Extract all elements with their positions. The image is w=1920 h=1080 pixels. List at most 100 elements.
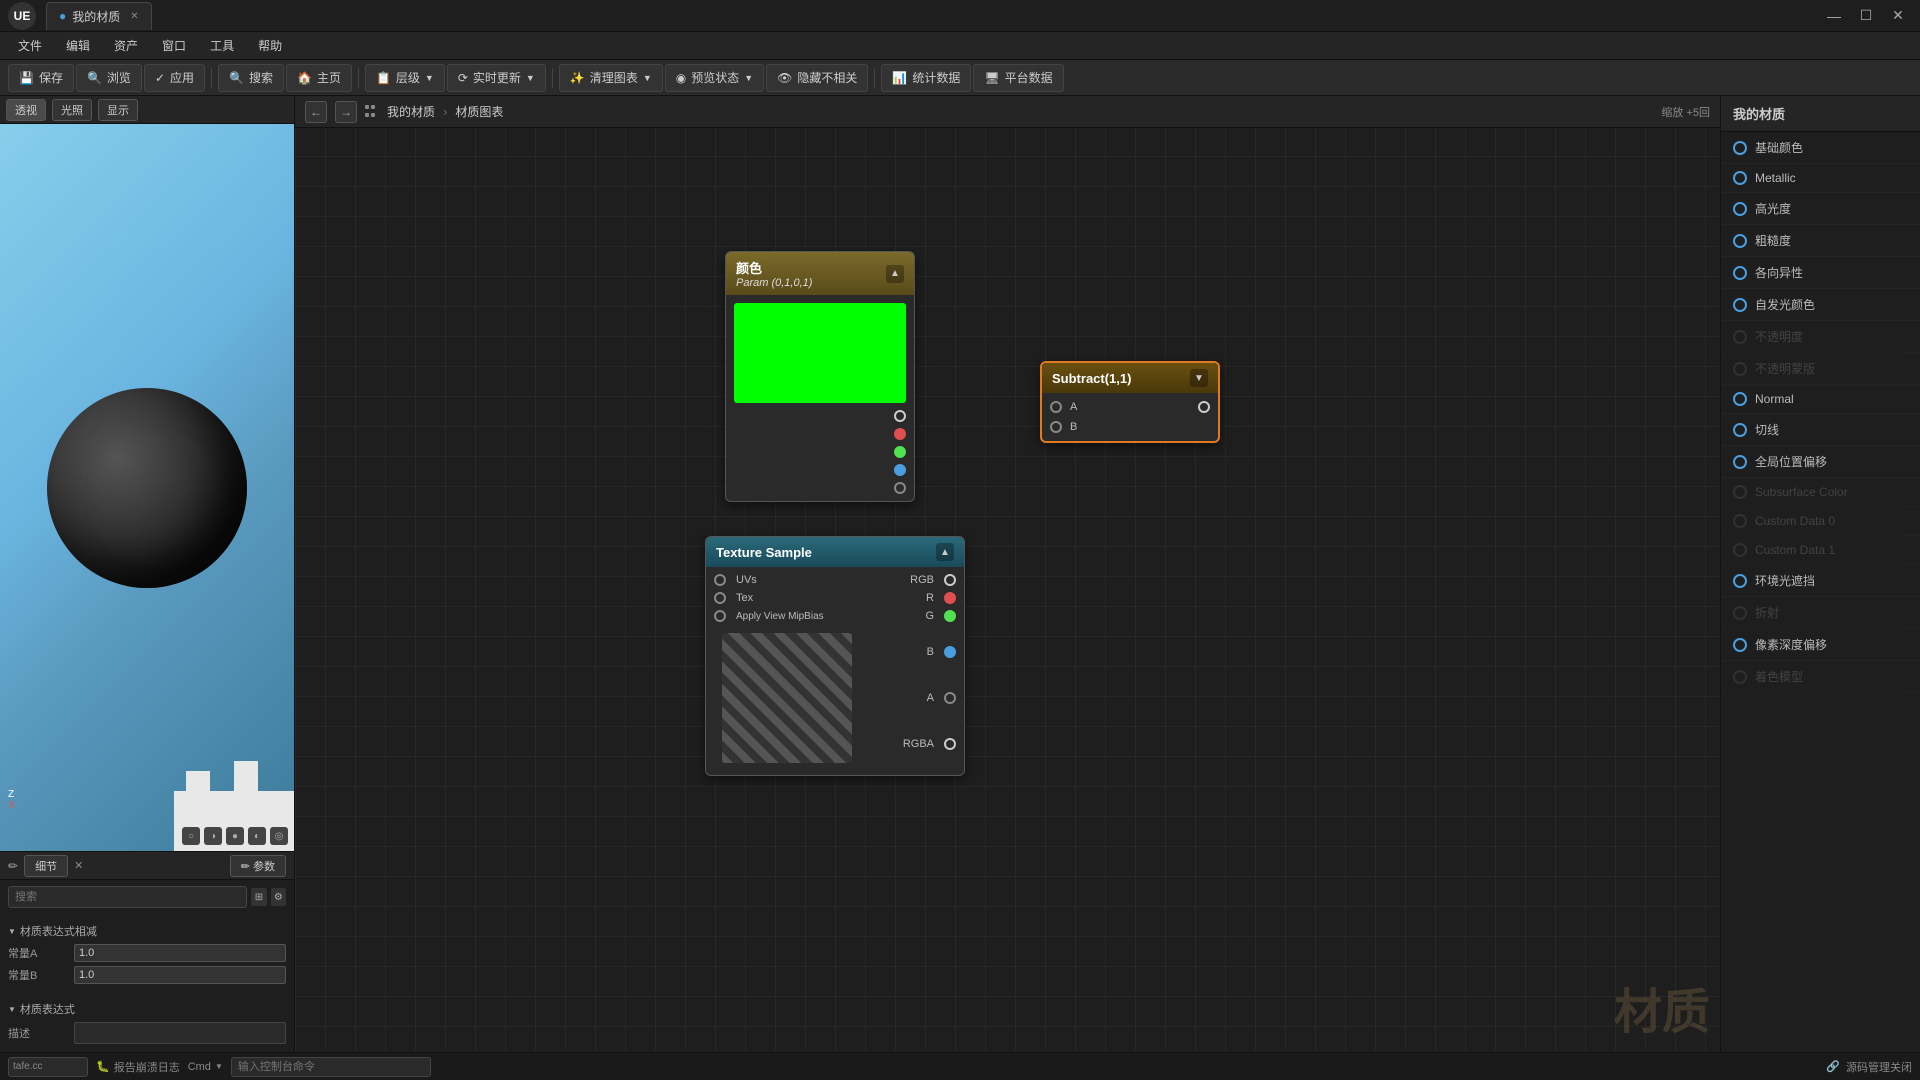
menu-edit[interactable]: 编辑 (56, 35, 100, 56)
texture-rgb-output-pin[interactable] (944, 574, 956, 586)
close-button[interactable]: ✕ (1884, 2, 1912, 30)
save-button[interactable]: 💾 保存 (8, 64, 74, 92)
prop-metallic[interactable]: Metallic (1721, 164, 1920, 193)
stats-button[interactable]: 📊 统计数据 (881, 64, 971, 92)
details-close-icon[interactable]: ✕ (74, 859, 83, 872)
material-tab[interactable]: ● 我的材质 ✕ (46, 2, 152, 30)
realtime-button[interactable]: ⟳ 实时更新 ▼ (447, 64, 546, 92)
lighting-button[interactable]: 光照 (52, 99, 92, 121)
prop-highlight[interactable]: 高光度 (1721, 193, 1920, 225)
prop-refraction[interactable]: 折射 (1721, 597, 1920, 629)
prop-opacity-mask[interactable]: 不透明蒙版 (1721, 353, 1920, 385)
breadcrumb-current[interactable]: 材质图表 (455, 103, 503, 120)
tab-close-icon[interactable]: ✕ (130, 11, 138, 22)
texture-uvs-input-pin[interactable] (714, 574, 726, 586)
material-expr-header2[interactable]: ▼ 材质表达式 (8, 998, 286, 1020)
subtract-output-pin[interactable] (1198, 401, 1210, 413)
browse-button[interactable]: 🔍 浏览 (76, 64, 142, 92)
crash-log-button[interactable]: 🐛 报告崩溃日志 (96, 1059, 180, 1075)
maximize-button[interactable]: ☐ (1852, 2, 1880, 30)
clean-button[interactable]: ✨ 清理图表 ▼ (559, 64, 663, 92)
texture-b-output-pin[interactable] (944, 646, 956, 658)
vp-icon-4[interactable]: ◐ (248, 827, 266, 845)
subtract-node[interactable]: Subtract(1,1) ▼ A B (1040, 361, 1220, 443)
viewport-controls: 透视 光照 显示 (0, 96, 294, 124)
const-a-input[interactable] (74, 944, 286, 962)
const-b-input[interactable] (74, 966, 286, 984)
menu-tools[interactable]: 工具 (200, 35, 244, 56)
prop-world-offset[interactable]: 全局位置偏移 (1721, 446, 1920, 478)
preview-state-button[interactable]: ◉ 预览状态 ▼ (665, 64, 764, 92)
pin-green-output[interactable] (894, 446, 906, 458)
subtract-node-collapse[interactable]: ▼ (1190, 369, 1208, 387)
const-a-label: 常量A (8, 945, 68, 961)
pin-blue-output[interactable] (894, 464, 906, 476)
menu-help[interactable]: 帮助 (248, 35, 292, 56)
texture-tex-input-pin[interactable] (714, 592, 726, 604)
stats-label: 统计数据 (912, 69, 960, 86)
back-button[interactable]: ← (305, 101, 327, 123)
prop-shading-model[interactable]: 着色模型 (1721, 661, 1920, 693)
color-node-collapse[interactable]: ▲ (886, 265, 904, 283)
details-tab[interactable]: 细节 (24, 855, 68, 877)
prop-tangent[interactable]: 切线 (1721, 414, 1920, 446)
prop-anisotropy[interactable]: 各向异性 (1721, 257, 1920, 289)
vp-icon-5[interactable]: ◎ (270, 827, 288, 845)
prop-normal[interactable]: Normal (1721, 385, 1920, 414)
material-expr-header[interactable]: ▼ 材质表达式相减 (8, 920, 286, 942)
layer-button[interactable]: 📋 层级 ▼ (365, 64, 445, 92)
prop-ao[interactable]: 环境光遮挡 (1721, 565, 1920, 597)
menu-window[interactable]: 窗口 (152, 35, 196, 56)
prop-custom-data-0[interactable]: Custom Data 0 (1721, 507, 1920, 536)
home-button[interactable]: 🏠 主页 (286, 64, 352, 92)
texture-rgb-label: RGB (838, 574, 934, 586)
grid-view-icon[interactable]: ⊞ (251, 888, 266, 906)
tab-label: 我的材质 (72, 8, 120, 25)
forward-button[interactable]: → (335, 101, 357, 123)
vp-icon-1[interactable]: ○ (182, 827, 200, 845)
breadcrumb-root[interactable]: 我的材质 (387, 103, 435, 120)
prop-base-color[interactable]: 基础颜色 (1721, 132, 1920, 164)
description-input[interactable] (74, 1022, 286, 1044)
texture-node-header[interactable]: Texture Sample ▲ (706, 537, 964, 567)
prop-opacity[interactable]: 不透明度 (1721, 321, 1920, 353)
perspective-button[interactable]: 透视 (6, 99, 46, 121)
vp-icon-3[interactable]: ● (226, 827, 244, 845)
search-button[interactable]: 🔍 搜索 (218, 64, 284, 92)
pin-white-output[interactable] (894, 410, 906, 422)
display-button[interactable]: 显示 (98, 99, 138, 121)
prop-roughness[interactable]: 粗糙度 (1721, 225, 1920, 257)
texture-mip-input-pin[interactable] (714, 610, 726, 622)
material-editor-canvas[interactable]: ← → 我的材质 › 材质图表 缩放 +5回 (295, 96, 1720, 1052)
texture-rgba-output-pin[interactable] (944, 738, 956, 750)
platform-button[interactable]: 🖥 平台数据 (973, 64, 1063, 92)
prop-circle-emissive (1733, 298, 1747, 312)
subtract-pin-b-input[interactable] (1050, 421, 1062, 433)
subtract-pin-a-input[interactable] (1050, 401, 1062, 413)
details-search-input[interactable] (8, 886, 247, 908)
color-node[interactable]: 颜色 Param (0,1,0,1) ▲ (725, 251, 915, 502)
pin-gray-output[interactable] (894, 482, 906, 494)
menu-assets[interactable]: 资产 (104, 35, 148, 56)
prop-custom-data-1[interactable]: Custom Data 1 (1721, 536, 1920, 565)
texture-r-output-pin[interactable] (944, 592, 956, 604)
pin-red-output[interactable] (894, 428, 906, 440)
prop-emissive[interactable]: 自发光颜色 (1721, 289, 1920, 321)
prop-pixel-depth-offset[interactable]: 像素深度偏移 (1721, 629, 1920, 661)
settings-icon[interactable]: ⚙ (271, 888, 286, 906)
console-input[interactable] (231, 1057, 431, 1077)
color-node-header[interactable]: 颜色 Param (0,1,0,1) ▲ (726, 252, 914, 295)
minimize-button[interactable]: — (1820, 2, 1848, 30)
apply-button[interactable]: ✓ 应用 (144, 64, 205, 92)
texture-a-output-pin[interactable] (944, 692, 956, 704)
texture-node-collapse[interactable]: ▲ (936, 543, 954, 561)
menu-file[interactable]: 文件 (8, 35, 52, 56)
hide-irrelevant-button[interactable]: 👁 隐藏不相关 (766, 64, 868, 92)
texture-g-output-pin[interactable] (944, 610, 956, 622)
texture-sample-node[interactable]: Texture Sample ▲ UVs RGB Tex R (705, 536, 965, 776)
cmd-button[interactable]: Cmd ▼ (188, 1061, 223, 1073)
vp-icon-2[interactable]: ◑ (204, 827, 222, 845)
subtract-node-header[interactable]: Subtract(1,1) ▼ (1042, 363, 1218, 393)
prop-subsurface-color[interactable]: Subsurface Color (1721, 478, 1920, 507)
param-tab[interactable]: ✏ 参数 (230, 855, 286, 877)
